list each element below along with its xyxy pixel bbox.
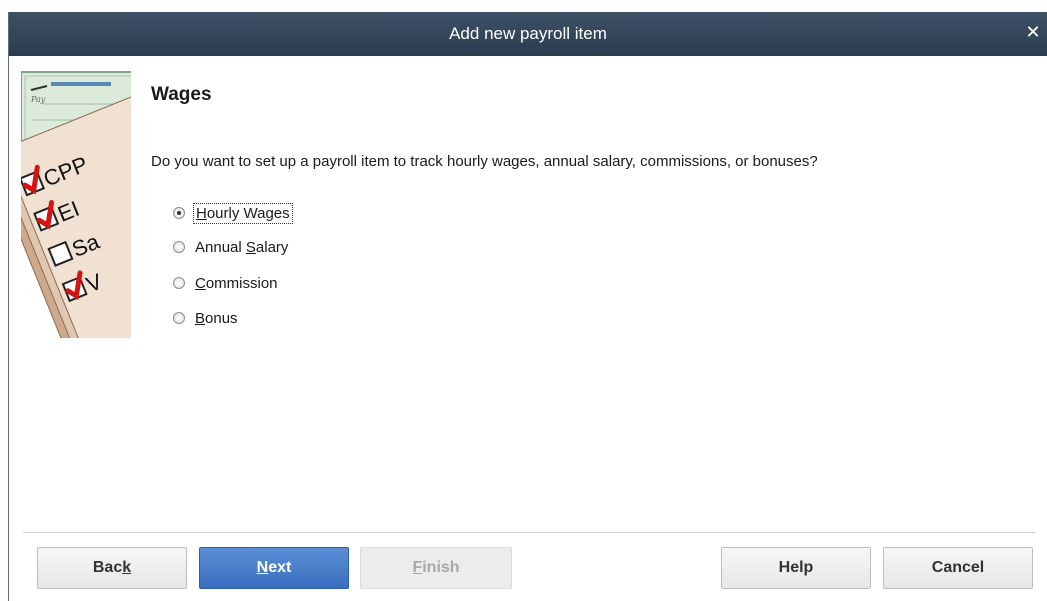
radio-label: Annual Salary [195, 238, 289, 256]
radio-hourly-wages[interactable]: Hourly Wages [173, 201, 293, 225]
radio-button[interactable] [173, 241, 185, 253]
radio-annual-salary[interactable]: Annual Salary [173, 235, 290, 259]
back-button[interactable]: Back [37, 547, 187, 589]
footer-divider [23, 532, 1035, 533]
dialog-title: Add new payroll item [449, 24, 607, 43]
svg-text:Pay: Pay [30, 95, 46, 104]
payroll-checklist-illustration: Pay CPP EI Sa V [21, 71, 131, 338]
help-button[interactable]: Help [721, 547, 871, 589]
radio-button[interactable] [173, 312, 185, 324]
finish-button: Finish [360, 547, 512, 589]
close-icon[interactable]: ✕ [1023, 12, 1043, 56]
radio-commission[interactable]: Commission [173, 271, 280, 295]
radio-button[interactable] [173, 277, 185, 289]
cancel-button[interactable]: Cancel [883, 547, 1033, 589]
radio-button-selected[interactable] [173, 207, 185, 219]
radio-bonus[interactable]: Bonus [173, 306, 240, 330]
page-title: Wages [151, 84, 212, 105]
next-button[interactable]: Next [199, 547, 349, 589]
question-text: Do you want to set up a payroll item to … [151, 153, 818, 170]
radio-label: Hourly Wages [193, 202, 293, 224]
radio-label: Bonus [195, 309, 238, 327]
add-payroll-item-dialog: Add new payroll item ✕ Pay CPP EI Sa V W… [8, 12, 1047, 601]
radio-label: Commission [195, 274, 278, 292]
title-bar: Add new payroll item ✕ [9, 12, 1047, 56]
